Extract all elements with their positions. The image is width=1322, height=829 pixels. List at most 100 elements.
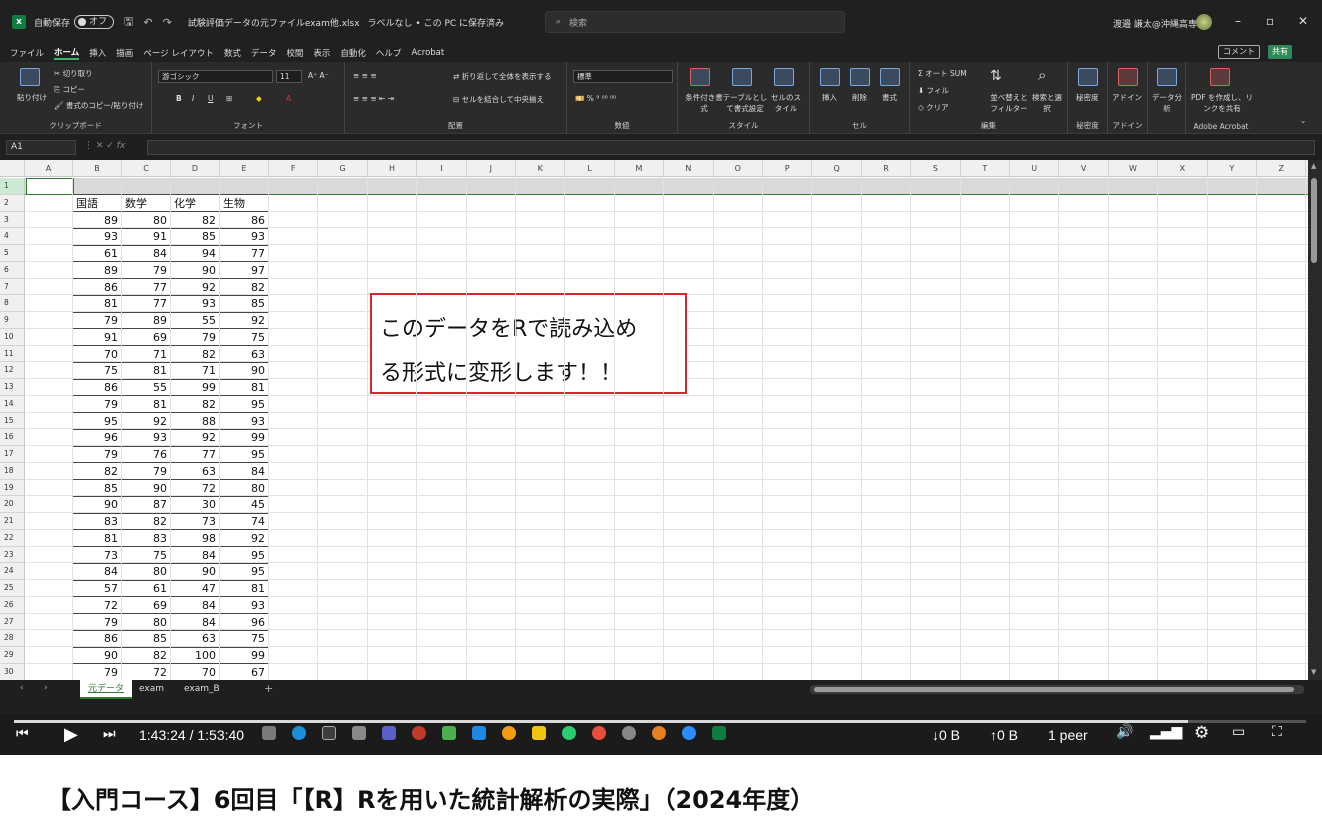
sort-filter-button[interactable]: 並べ替えとフィルター — [988, 92, 1030, 114]
table-format-button[interactable]: テーブルとして書式設定 — [722, 92, 768, 114]
row-header[interactable]: 17 — [0, 446, 25, 463]
bold-button[interactable]: B — [176, 94, 182, 103]
row-header[interactable]: 10 — [0, 328, 25, 346]
data-cell[interactable]: 83 — [73, 513, 122, 530]
data-cell[interactable]: 47 — [171, 580, 220, 597]
data-cell[interactable]: 81 — [220, 580, 269, 597]
data-cell[interactable]: 79 — [73, 614, 122, 631]
data-cell[interactable]: 82 — [171, 212, 220, 229]
data-cell[interactable]: 77 — [122, 295, 171, 312]
data-cell[interactable]: 93 — [220, 597, 269, 614]
horizontal-scroll-thumb[interactable] — [814, 687, 1294, 692]
undo-icon[interactable]: ↶ — [143, 16, 152, 29]
column-header-B[interactable]: B — [73, 160, 122, 177]
data-cell[interactable]: 61 — [73, 245, 122, 262]
row-header[interactable]: 20 — [0, 496, 25, 513]
redo-icon[interactable]: ↷ — [163, 16, 172, 29]
name-box[interactable]: A1 — [6, 140, 76, 155]
data-cell[interactable]: 90 — [171, 262, 220, 279]
sheet-tab-1[interactable]: exam — [131, 680, 172, 699]
data-cell[interactable]: 73 — [73, 547, 122, 564]
data-cell[interactable]: 80 — [122, 614, 171, 631]
data-cell[interactable]: 70 — [73, 346, 122, 363]
font-name-select[interactable]: 游ゴシック — [158, 70, 273, 83]
data-cell[interactable]: 90 — [73, 496, 122, 513]
maximize-icon[interactable]: ▫ — [1266, 14, 1274, 28]
data-analysis-icon[interactable] — [1157, 68, 1177, 86]
data-cell[interactable]: 77 — [122, 279, 171, 296]
data-cell[interactable]: 84 — [73, 563, 122, 580]
data-cell[interactable]: 98 — [171, 530, 220, 547]
fullscreen-icon[interactable]: ⛶ — [1272, 724, 1282, 740]
sheet-tab-0[interactable]: 元データ — [80, 680, 133, 699]
column-header-A[interactable]: A — [25, 160, 73, 177]
data-cell[interactable]: 95 — [220, 547, 269, 564]
data-cell[interactable]: 80 — [122, 212, 171, 229]
sheet-tab-2[interactable]: exam_B — [176, 680, 228, 699]
data-cell[interactable]: 45 — [220, 496, 269, 513]
row-header[interactable]: 13 — [0, 379, 25, 396]
conditional-format-icon[interactable] — [690, 68, 710, 86]
column-header-Q[interactable]: Q — [812, 160, 862, 177]
data-cell[interactable]: 82 — [122, 513, 171, 530]
data-cell[interactable]: 72 — [171, 480, 220, 497]
column-header-X[interactable]: X — [1158, 160, 1208, 177]
row-header[interactable]: 29 — [0, 647, 25, 664]
data-cell[interactable]: 92 — [122, 413, 171, 430]
data-cell[interactable]: 92 — [171, 429, 220, 446]
sensitivity-icon[interactable] — [1078, 68, 1098, 86]
data-cell[interactable]: 99 — [171, 379, 220, 396]
video-progress-bar[interactable] — [14, 720, 1306, 723]
data-cell[interactable]: 79 — [171, 329, 220, 346]
data-cell[interactable]: 82 — [171, 396, 220, 413]
data-cell[interactable]: 93 — [220, 413, 269, 430]
cut-button[interactable]: ✂ 切り取り — [54, 68, 93, 79]
data-cell[interactable]: 63 — [171, 630, 220, 647]
data-cell[interactable]: 75 — [122, 547, 171, 564]
vertical-scrollbar[interactable]: ▲ ▼ — [1308, 160, 1322, 680]
close-icon[interactable]: ✕ — [1298, 14, 1308, 28]
data-cell[interactable]: 75 — [220, 329, 269, 346]
data-cell[interactable]: 75 — [220, 630, 269, 647]
data-cell[interactable]: 69 — [122, 329, 171, 346]
data-cell[interactable]: 95 — [220, 446, 269, 463]
data-cell[interactable]: 93 — [171, 295, 220, 312]
sheet-next-icon[interactable]: › — [44, 683, 48, 693]
data-cell[interactable]: 71 — [122, 346, 171, 363]
data-cell[interactable]: 84 — [171, 547, 220, 564]
tab-9[interactable]: 自動化 — [340, 47, 366, 59]
settings-icon[interactable]: ⚙ — [1194, 723, 1209, 743]
fill-color-icon[interactable]: ◆ — [256, 94, 262, 103]
data-cell[interactable]: 93 — [220, 228, 269, 245]
cell-style-icon[interactable] — [774, 68, 794, 86]
scroll-up-icon[interactable]: ▲ — [1311, 162, 1316, 170]
column-header-M[interactable]: M — [615, 160, 665, 177]
data-cell[interactable]: 80 — [122, 563, 171, 580]
tab-1[interactable]: ホーム — [54, 46, 80, 60]
row-header[interactable]: 30 — [0, 663, 25, 680]
play-icon[interactable]: ▶ — [64, 724, 78, 745]
tab-3[interactable]: 描画 — [116, 47, 133, 59]
format-cells-icon[interactable] — [880, 68, 900, 86]
data-cell[interactable]: 61 — [122, 580, 171, 597]
data-cell[interactable]: 81 — [73, 295, 122, 312]
scroll-down-icon[interactable]: ▼ — [1311, 668, 1316, 676]
formula-fx-icon[interactable]: ⋮ ✕ ✓ fx — [84, 141, 125, 151]
skip-forward-icon[interactable]: ⏭ — [103, 726, 116, 742]
paste-button[interactable]: 貼り付け — [17, 92, 47, 103]
row-header[interactable]: 5 — [0, 245, 25, 262]
data-cell[interactable]: 85 — [73, 480, 122, 497]
spreadsheet-grid[interactable]: ABCDEFGHIJKLMNOPQRSTUVWXYZ 1 2 3 4 5 6 7 8 9 10 11… — [0, 160, 1308, 680]
data-cell[interactable]: 84 — [171, 614, 220, 631]
data-cell[interactable]: 71 — [171, 362, 220, 379]
wrap-text-button[interactable]: ⇄ 折り返して全体を表示する — [453, 71, 551, 82]
data-cell[interactable]: 73 — [171, 513, 220, 530]
tab-0[interactable]: ファイル — [10, 47, 44, 59]
copy-button[interactable]: ⎘ コピー — [54, 84, 85, 95]
vertical-scroll-thumb[interactable] — [1311, 178, 1317, 263]
data-cell[interactable]: 72 — [122, 664, 171, 680]
tab-6[interactable]: データ — [251, 47, 277, 59]
font-size-select[interactable]: 11 — [276, 70, 302, 83]
row-header[interactable]: 25 — [0, 580, 25, 597]
paste-icon[interactable] — [20, 68, 40, 86]
